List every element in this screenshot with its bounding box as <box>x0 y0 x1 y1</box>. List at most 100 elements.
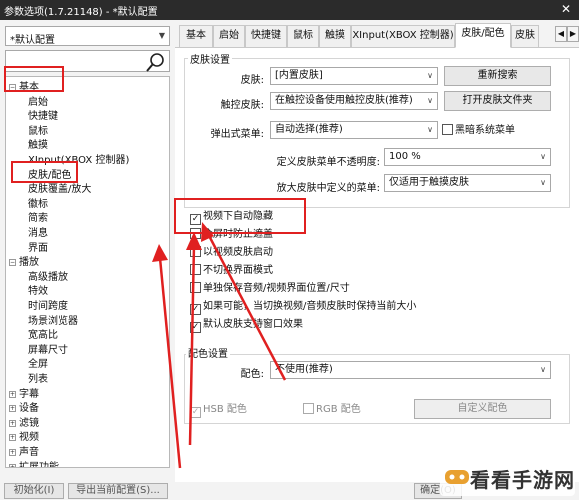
skin-value: [内置皮肤] <box>275 70 323 81</box>
tree-item[interactable]: 简索 <box>28 212 48 226</box>
tree-item-label: 消息 <box>28 228 48 239</box>
tab-4[interactable]: 触摸 <box>319 25 351 47</box>
tree-item-label: 界面 <box>28 242 48 254</box>
expand-icon[interactable]: + <box>9 390 16 398</box>
skin-settings-panel: 皮肤设置 皮肤: [内置皮肤] ∨ 重新搜索 触控皮肤: 在触控设备使用触控皮肤(… <box>180 48 574 482</box>
tree-item[interactable]: 徽标 <box>28 198 48 212</box>
tree-item-label: 触摸 <box>28 140 48 152</box>
tree-item[interactable]: 播放 <box>19 256 39 270</box>
collapse-icon[interactable]: − <box>9 259 16 267</box>
tree-item[interactable]: 消息 <box>28 227 48 241</box>
open-skin-folder-button[interactable]: 打开皮肤文件夹 <box>444 91 551 111</box>
expand-icon[interactable]: + <box>9 449 16 456</box>
tree-item-label: 宽高比 <box>28 330 58 342</box>
tree-item[interactable]: 设备 <box>19 402 39 416</box>
checkbox-box <box>442 124 453 135</box>
tab-2[interactable]: 快捷键 <box>245 25 287 47</box>
menu-opacity-label: 定义皮肤菜单不透明度: <box>276 157 380 168</box>
profile-select[interactable]: *默认配置 ▼ <box>5 26 170 46</box>
tree-item[interactable]: 启始 <box>28 96 48 110</box>
touch-skin-select[interactable]: 在触控设备使用触控皮肤(推荐) ∨ <box>270 92 438 110</box>
tree-item[interactable]: 特效 <box>28 285 48 299</box>
checkbox-box <box>190 264 201 275</box>
custom-color-button[interactable]: 自定义配色 <box>414 399 551 419</box>
tree-item[interactable]: 界面 <box>28 242 48 256</box>
chevron-down-icon: ∨ <box>427 96 433 105</box>
tree-item[interactable]: 屏幕尺寸 <box>28 344 68 358</box>
tree-item-label: 屏幕尺寸 <box>28 344 68 356</box>
skin-option-checkbox[interactable]: ✓ 默认皮肤支持窗口效果 <box>190 318 303 333</box>
skin-option-checkbox[interactable]: ✓ 如果可能，当切换视频/音频皮肤时保持当前大小 <box>190 300 416 315</box>
chevron-down-icon: ▼ <box>158 31 165 40</box>
export-config-button[interactable]: 导出当前配置(S)... <box>68 483 168 499</box>
touch-skin-value: 在触控设备使用触控皮肤(推荐) <box>275 95 413 106</box>
popup-menu-select[interactable]: 自动选择(推荐) ∨ <box>270 121 438 139</box>
dark-system-menu-label: 黑暗系统菜单 <box>455 125 515 136</box>
highlight-basic <box>4 66 64 92</box>
rescan-button[interactable]: 重新搜索 <box>444 66 551 86</box>
search-icon[interactable] <box>145 51 167 73</box>
tab-0[interactable]: 基本 <box>179 25 213 47</box>
skin-option-checkbox[interactable]: 单独保存音频/视频界面位置/尺寸 <box>190 282 350 296</box>
tab-scroll-left-icon[interactable]: ◀ <box>555 26 567 42</box>
tree-item[interactable]: 列表 <box>28 373 48 387</box>
chevron-down-icon: ∨ <box>427 125 433 134</box>
tree-item-label: 列表 <box>28 374 48 385</box>
tree-item[interactable]: 触摸 <box>28 139 48 153</box>
tree-item[interactable]: 宽高比 <box>28 329 58 343</box>
tree-item[interactable]: 扩展功能 <box>19 461 59 467</box>
tree-item[interactable]: 快捷键 <box>28 110 58 124</box>
zoom-menu-select[interactable]: 仅适用于触摸皮肤 ∨ <box>384 174 551 192</box>
profile-value: *默认配置 <box>10 35 55 46</box>
expand-icon[interactable]: + <box>9 463 16 467</box>
title-bar: 参数选项(1.7.21148) - *默认配置 ✕ <box>0 0 579 20</box>
expand-icon[interactable]: + <box>9 405 16 413</box>
zoom-menu-label: 放大皮肤中定义的菜单: <box>276 183 380 194</box>
skin-option-label: 不切换界面模式 <box>203 265 273 276</box>
skin-option-checkbox[interactable]: 以视频皮肤启动 <box>190 246 273 260</box>
chevron-down-icon: ∨ <box>540 178 546 187</box>
expand-icon[interactable]: + <box>9 434 16 442</box>
zoom-menu-value: 仅适用于触摸皮肤 <box>389 177 469 188</box>
skin-select[interactable]: [内置皮肤] ∨ <box>270 67 438 85</box>
dark-system-menu-checkbox[interactable]: 黑暗系统菜单 <box>442 124 515 138</box>
tab-scroll-right-icon[interactable]: ▶ <box>567 26 579 42</box>
tree-item[interactable]: 时间跨度 <box>28 300 68 314</box>
tab-1[interactable]: 启始 <box>213 25 245 47</box>
watermark: 看看手游网 <box>440 458 575 496</box>
initialize-button[interactable]: 初始化(I) <box>4 483 64 499</box>
color-select[interactable]: 不使用(推荐) ∨ <box>270 361 551 379</box>
menu-opacity-select[interactable]: 100 % ∨ <box>384 148 551 166</box>
gamepad-logo-icon <box>445 470 469 484</box>
tree-item-label: 播放 <box>19 257 39 269</box>
expand-icon[interactable]: + <box>9 419 16 427</box>
skin-option-checkbox[interactable]: 不切换界面模式 <box>190 264 273 278</box>
tree-item[interactable]: 字幕 <box>19 388 39 402</box>
tree-item[interactable]: 全屏 <box>28 358 48 372</box>
skin-label: 皮肤: <box>240 75 264 86</box>
tree-item[interactable]: 视频 <box>19 431 39 445</box>
tree-item-label: 徽标 <box>28 198 48 210</box>
tree-item[interactable]: 声音 <box>19 446 39 460</box>
left-pane: *默认配置 ▼ 基本 − 启始 快捷键 鼠标 触摸 XInput(XBOX 控制器) 皮肤/配… <box>0 20 175 500</box>
tree-item[interactable]: 皮肤覆盖/放大 <box>28 183 91 197</box>
rgb-color-checkbox[interactable]: RGB 配色 <box>303 403 361 417</box>
tree-item[interactable]: 高级播放 <box>28 271 68 285</box>
highlight-skin-color <box>11 161 78 183</box>
hsb-color-checkbox[interactable]: ✓ HSB 配色 <box>190 403 247 418</box>
tab-3[interactable]: 鼠标 <box>287 25 319 47</box>
tree-item[interactable]: 滤镜 <box>19 417 39 431</box>
chevron-down-icon: ∨ <box>540 365 546 374</box>
tree-item-label: 启始 <box>28 96 48 108</box>
tree-item-label: 视频 <box>19 432 39 444</box>
watermark-text: 看看手游网 <box>470 468 575 492</box>
tab-5[interactable]: XInput(XBOX 控制器) <box>351 25 455 47</box>
checkbox-box <box>190 246 201 257</box>
checkbox-box: ✓ <box>190 407 201 418</box>
tab-7[interactable]: 皮肤 <box>511 25 539 47</box>
tree-item[interactable]: 场景浏览器 <box>28 315 78 329</box>
tab-6[interactable]: 皮肤/配色 <box>455 23 511 48</box>
tree-item[interactable]: 鼠标 <box>28 125 48 139</box>
tree-item-label: 字幕 <box>19 388 39 400</box>
close-icon[interactable]: ✕ <box>561 2 571 16</box>
